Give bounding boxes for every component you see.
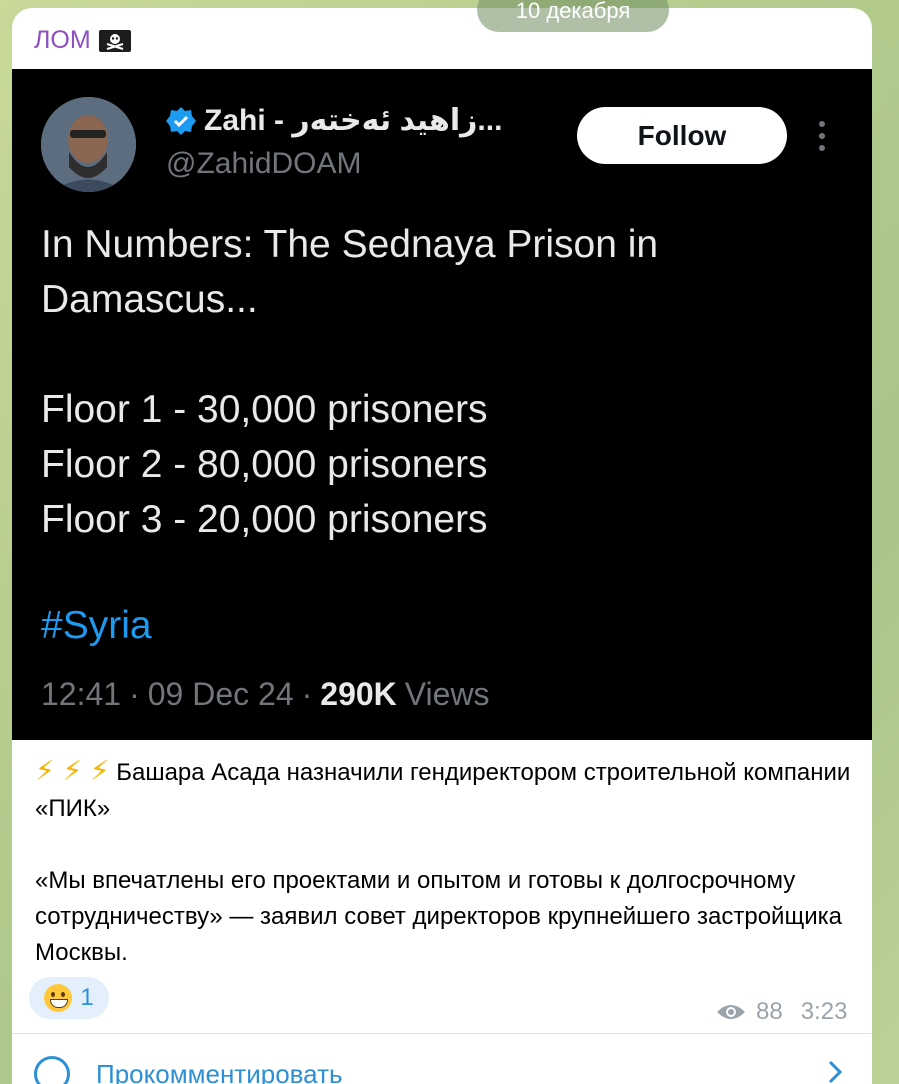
message-time: 3:23 — [800, 998, 848, 1025]
channel-name[interactable]: ЛОМ — [34, 26, 131, 55]
comment-icon — [34, 1056, 70, 1084]
reaction-chip[interactable]: 1 — [29, 977, 109, 1019]
tweet-author-name: Zahi - زاهید ئەختەر... — [166, 103, 502, 138]
more-options-icon — [818, 121, 826, 151]
tweet-views-label: Views — [404, 676, 490, 712]
message-text-line2: «Мы впечатлены его проектами и опытом и … — [35, 867, 842, 966]
message-meta: 88 3:23 — [716, 998, 847, 1026]
tweet-hashtag: #Syria — [41, 604, 152, 647]
tweet-date: 09 Dec 24 — [147, 676, 294, 712]
verified-badge-icon — [166, 106, 196, 135]
meta-separator: · — [301, 676, 313, 712]
tweet-author-name-text: Zahi - زاهید ئەختەر... — [204, 104, 503, 137]
author-avatar — [41, 97, 136, 192]
comment-button[interactable]: Прокомментировать — [34, 1056, 343, 1084]
pirate-flag-icon — [98, 29, 131, 52]
comment-label: Прокомментировать — [96, 1058, 343, 1084]
lightning-emoji: ⚡ ⚡ ⚡ — [35, 755, 110, 786]
message-text: ⚡ ⚡ ⚡ Башара Асада назначили гендиректор… — [35, 753, 855, 971]
views-count: 88 — [756, 998, 783, 1025]
follow-button: Follow — [577, 107, 787, 164]
meta-separator: · — [129, 676, 140, 712]
channel-name-label: ЛОМ — [34, 26, 91, 54]
comment-divider — [12, 1033, 872, 1034]
tweet-time: 12:41 — [41, 676, 122, 712]
date-badge: 10 декабря — [477, 0, 669, 32]
message-text-line1: Башара Асада назначили гендиректором стр… — [35, 759, 851, 822]
eye-icon — [717, 1005, 745, 1019]
chevron-right-icon[interactable] — [827, 1060, 843, 1084]
tweet-meta: 12:41 · 09 Dec 24 · 290K Views — [41, 676, 490, 713]
tweet-embed-image[interactable]: Zahi - زاهید ئەختەر... @ZahidDOAM Follow… — [12, 69, 872, 740]
tweet-text: In Numbers: The Sednaya Prison in Damasc… — [41, 223, 659, 541]
message-bubble: ЛОМ Zahi - زاهید ئەختەر... @ZahidDOAM Fo… — [12, 8, 872, 1084]
tweet-views-count: 290K — [320, 676, 397, 712]
tweet-author-handle: @ZahidDOAM — [166, 147, 362, 180]
reaction-count: 1 — [80, 984, 94, 1011]
grinning-face-icon — [44, 984, 73, 1012]
